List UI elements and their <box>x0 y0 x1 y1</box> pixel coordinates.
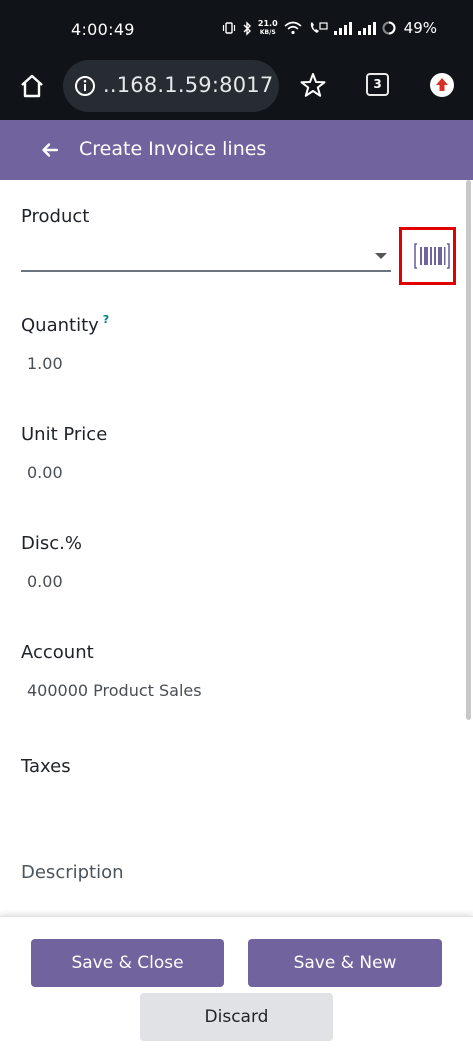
account-field[interactable]: 400000 Product Sales <box>27 681 202 700</box>
vibrate-icon <box>222 22 236 34</box>
update-icon[interactable] <box>430 73 454 97</box>
discount-field[interactable]: 0.00 <box>27 572 63 591</box>
scrollbar[interactable] <box>466 180 471 720</box>
barcode-scan-button[interactable] <box>399 227 456 285</box>
chevron-down-icon[interactable] <box>375 253 387 259</box>
browser-toolbar: ..168.1.59:8017 3 <box>0 58 473 120</box>
page-title: Create Invoice lines <box>79 138 267 160</box>
battery-icon <box>382 21 396 35</box>
discard-button[interactable]: Discard <box>140 993 333 1041</box>
app-header: Create Invoice lines <box>0 120 473 180</box>
unit-price-field[interactable]: 0.00 <box>27 463 63 482</box>
unit-price-label: Unit Price <box>21 424 108 445</box>
description-label: Description <box>21 862 124 883</box>
battery-percentage: 49% <box>403 19 437 37</box>
save-close-button[interactable]: Save & Close <box>31 939 224 987</box>
quantity-label: Quantity? <box>21 313 109 336</box>
back-arrow-icon[interactable] <box>38 138 62 162</box>
product-label: Product <box>21 206 90 227</box>
address-bar[interactable]: ..168.1.59:8017 <box>63 60 279 112</box>
update-arrow-icon <box>436 78 448 91</box>
save-new-button[interactable]: Save & New <box>248 939 442 987</box>
quantity-field[interactable]: 1.00 <box>27 354 63 373</box>
discount-label: Disc.% <box>21 533 82 554</box>
network-speed: 21.0 KB/S <box>257 18 278 37</box>
call-volte-icon <box>310 22 328 33</box>
form-footer: Save & Close Save & New Discard <box>0 916 473 1050</box>
site-info-icon[interactable] <box>74 75 96 97</box>
signal-icon-2 <box>357 21 376 35</box>
network-speed-value: 21.0 <box>257 18 278 28</box>
bluetooth-icon <box>243 20 251 36</box>
wifi-icon <box>284 21 302 35</box>
status-time: 4:00:49 <box>71 20 135 39</box>
help-tooltip-icon[interactable]: ? <box>103 313 109 326</box>
url-text[interactable]: ..168.1.59:8017 <box>103 73 273 97</box>
status-icons: 21.0 KB/S 49% <box>222 19 437 37</box>
home-icon[interactable] <box>18 72 46 100</box>
status-bar: 4:00:49 21.0 KB/S 49% <box>0 0 473 58</box>
signal-icon-1 <box>333 21 352 35</box>
invoice-line-form: Product Quantity? 1.00 Unit Price 0.00 D… <box>0 180 473 920</box>
product-input[interactable] <box>21 270 391 272</box>
bookmark-star-icon[interactable] <box>299 71 327 99</box>
account-label: Account <box>21 642 94 663</box>
tab-switcher-button[interactable]: 3 <box>366 73 389 96</box>
quantity-label-text: Quantity <box>21 315 99 336</box>
barcode-icon <box>414 243 450 269</box>
taxes-label: Taxes <box>21 756 71 777</box>
network-speed-unit: KB/S <box>259 28 276 36</box>
